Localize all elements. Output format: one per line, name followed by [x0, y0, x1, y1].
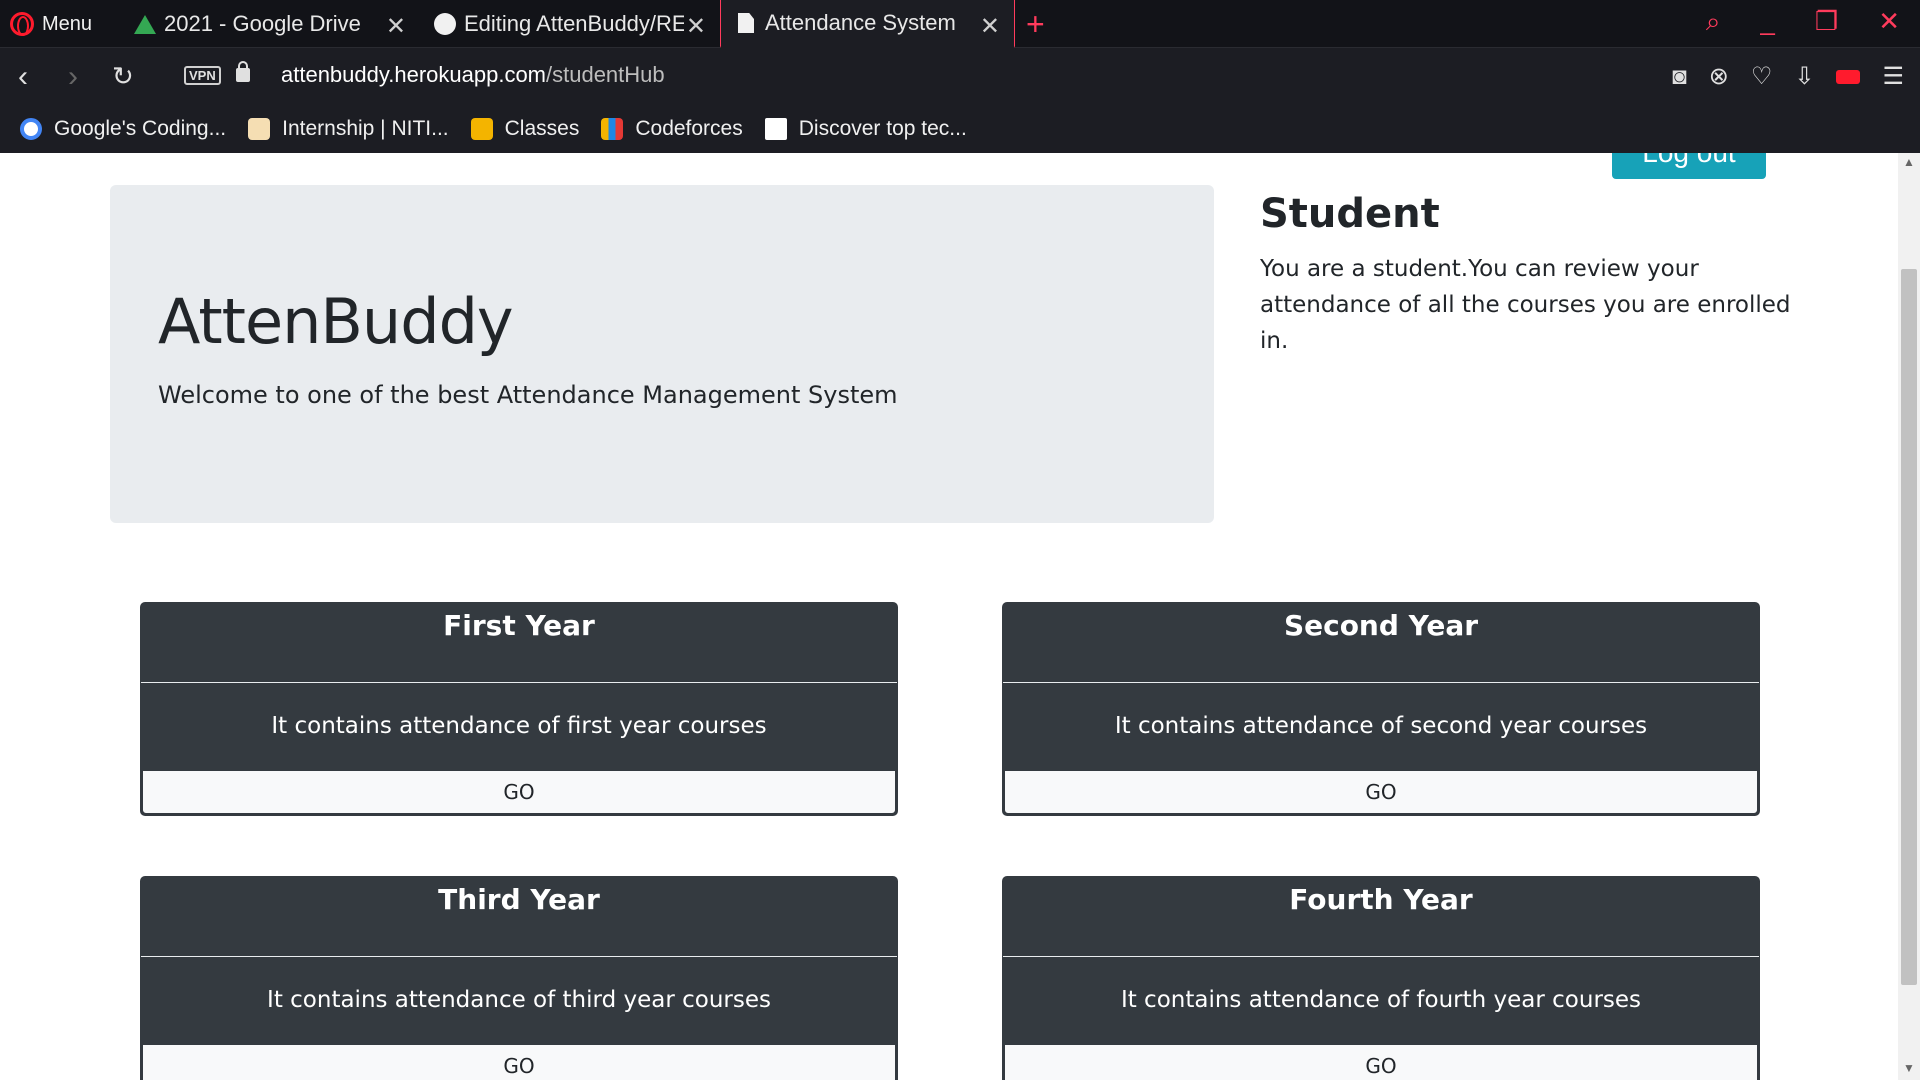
card-description: It contains attendance of fourth year co…: [1120, 987, 1642, 1013]
hackernoon-icon: [764, 117, 787, 140]
easy-setup-icon[interactable]: ☰: [1882, 62, 1904, 91]
codeforces-icon: [601, 117, 624, 140]
close-icon[interactable]: ✕: [386, 12, 406, 41]
close-icon[interactable]: ✕: [980, 12, 1000, 41]
battery-icon[interactable]: [1836, 69, 1861, 84]
year-card-first: First Year It contains attendance of fir…: [140, 602, 898, 816]
tab-title: 2021 - Google Drive: [164, 11, 361, 36]
year-card-fourth: Fourth Year It contains attendance of fo…: [1002, 876, 1760, 1080]
menu-label: Menu: [42, 12, 93, 35]
hero-banner: AttenBuddy Welcome to one of the best At…: [110, 185, 1214, 523]
google-drive-icon: [134, 13, 156, 35]
niti-icon: [248, 117, 271, 140]
brand-title: AttenBuddy: [158, 285, 514, 358]
card-title: Third Year: [141, 877, 897, 957]
url-path: /studentHub: [546, 62, 665, 87]
lock-icon[interactable]: [236, 61, 250, 82]
reload-icon[interactable]: ↻: [112, 61, 134, 92]
close-window-icon[interactable]: ✕: [1878, 6, 1900, 38]
tab-google-drive[interactable]: 2021 - Google Drive ✕: [120, 0, 420, 48]
document-icon: [735, 12, 757, 34]
window-controls: ⌕ _ ❐ ✕: [1706, 6, 1900, 38]
heart-icon[interactable]: ♡: [1751, 62, 1773, 91]
search-icon[interactable]: ⌕: [1706, 6, 1721, 38]
year-card-second: Second Year It contains attendance of se…: [1002, 602, 1760, 816]
toolbar-right: ◙ ⊗ ♡ ⇩ ☰: [1672, 62, 1904, 91]
url-host: attenbuddy.herokuapp.com: [281, 62, 546, 87]
back-icon[interactable]: ‹: [18, 60, 28, 94]
url-field[interactable]: attenbuddy.herokuapp.com/studentHub: [281, 62, 665, 88]
card-description: It contains attendance of third year cou…: [267, 987, 771, 1013]
go-button[interactable]: GO: [1003, 769, 1759, 815]
card-description: It contains attendance of second year co…: [1114, 713, 1648, 739]
page-viewport: Log out AttenBuddy Welcome to one of the…: [0, 153, 1898, 1080]
browser-chrome: Menu 2021 - Google Drive ✕ Editing Atten…: [0, 0, 1920, 153]
card-description: It contains attendance of first year cou…: [271, 713, 767, 739]
bookmark-label: Classes: [504, 116, 580, 140]
bookmark-discover[interactable]: Discover top tec...: [764, 116, 967, 141]
address-bar: ‹ › ↻ VPN attenbuddy.herokuapp.com/stude…: [0, 48, 1920, 104]
bookmark-label: Discover top tec...: [798, 116, 967, 140]
close-icon[interactable]: ✕: [686, 12, 706, 41]
role-description: You are a student.You can review your at…: [1260, 256, 1791, 354]
bookmarks-bar: Google's Coding... Internship | NITI... …: [0, 104, 1920, 153]
forward-icon[interactable]: ›: [68, 60, 78, 94]
bookmark-codeforces[interactable]: Codeforces: [601, 116, 743, 141]
logout-button[interactable]: Log out: [1612, 153, 1766, 179]
opera-menu-button[interactable]: Menu: [10, 8, 92, 40]
opera-logo-icon: [10, 12, 34, 36]
card-title: First Year: [141, 603, 897, 683]
tagline: Welcome to one of the best Attendance Ma…: [158, 381, 898, 409]
tab-title: Editing AttenBuddy/RE: [464, 11, 684, 36]
go-button[interactable]: GO: [1003, 1043, 1759, 1080]
tab-github[interactable]: Editing AttenBuddy/RE ✕: [420, 0, 720, 48]
google-icon: [20, 117, 42, 140]
vpn-badge[interactable]: VPN: [184, 66, 221, 85]
scroll-down-icon[interactable]: ▼: [1903, 1061, 1915, 1075]
card-title: Second Year: [1003, 603, 1759, 683]
go-button[interactable]: GO: [141, 1043, 897, 1080]
scroll-thumb[interactable]: [1901, 269, 1917, 985]
bookmark-label: Google's Coding...: [54, 116, 227, 140]
bookmark-classes[interactable]: Classes: [470, 116, 580, 141]
adblock-shield-icon[interactable]: ⊗: [1709, 62, 1729, 91]
role-title: Student: [1260, 191, 1440, 237]
download-icon[interactable]: ⇩: [1794, 62, 1814, 91]
new-tab-button[interactable]: +: [1026, 6, 1045, 43]
bookmark-label: Internship | NITI...: [282, 116, 449, 140]
bookmark-internship[interactable]: Internship | NITI...: [248, 117, 449, 141]
classroom-icon: [470, 117, 493, 140]
page-scrollbar[interactable]: ▲ ▼: [1898, 153, 1920, 1080]
tab-title: Attendance System: [765, 10, 956, 35]
tab-bar: Menu 2021 - Google Drive ✕ Editing Atten…: [0, 0, 1920, 48]
bookmark-google-coding[interactable]: Google's Coding...: [20, 117, 226, 141]
bookmark-label: Codeforces: [635, 116, 743, 140]
card-title: Fourth Year: [1003, 877, 1759, 957]
year-card-third: Third Year It contains attendance of thi…: [140, 876, 898, 1080]
github-icon: [434, 13, 456, 35]
go-button[interactable]: GO: [141, 769, 897, 815]
scroll-up-icon[interactable]: ▲: [1903, 155, 1915, 169]
restore-icon[interactable]: ❐: [1815, 6, 1838, 38]
tab-attendance-system[interactable]: Attendance System ✕: [720, 0, 1015, 48]
camera-icon[interactable]: ◙: [1672, 63, 1687, 91]
minimize-icon[interactable]: _: [1760, 6, 1774, 38]
